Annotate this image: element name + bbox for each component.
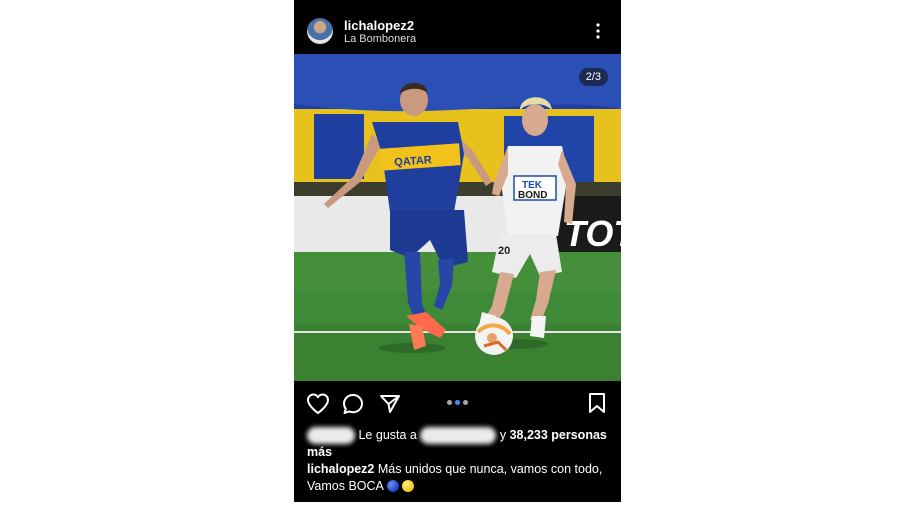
carousel-dot-active xyxy=(455,400,460,405)
redacted-username xyxy=(307,427,355,445)
image-counter-badge: 2/3 xyxy=(578,68,608,86)
board-text: TOT xyxy=(564,213,621,254)
player2-number: 20 xyxy=(498,245,510,257)
football-photo: TOT QATAR xyxy=(294,54,621,381)
post-username[interactable]: lichalopez2 xyxy=(344,18,414,33)
likes-count[interactable]: 38,233 personas xyxy=(510,428,607,442)
carousel-dot xyxy=(447,400,452,405)
post-header: lichalopez2 La Bombonera xyxy=(294,0,621,54)
share-icon[interactable] xyxy=(379,394,401,414)
likes-separator: y xyxy=(499,428,507,442)
heart-icon[interactable] xyxy=(306,393,330,415)
bookmark-icon[interactable] xyxy=(588,392,606,414)
football xyxy=(475,317,513,355)
post-caption: lichalopez2 Más unidos que nunca, vamos … xyxy=(307,461,613,495)
yellow-circle-emoji xyxy=(402,480,415,492)
likes-summary[interactable]: Le gusta a y 38,233 personas más xyxy=(307,427,613,460)
post-photo[interactable]: TOT QATAR xyxy=(294,54,621,381)
caption-username[interactable]: lichalopez2 xyxy=(307,462,374,476)
comment-icon[interactable] xyxy=(342,393,364,415)
post-location[interactable]: La Bombonera xyxy=(344,33,416,45)
redacted-username xyxy=(420,427,497,445)
more-options-icon[interactable] xyxy=(594,22,602,40)
instagram-post: lichalopez2 La Bombonera TOT xyxy=(294,0,621,502)
blue-circle-emoji xyxy=(386,480,399,492)
avatar[interactable] xyxy=(307,18,333,44)
likes-suffix: más xyxy=(307,445,333,460)
player2-sponsor-bottom: BOND xyxy=(518,190,547,201)
likes-prefix: Le gusta a xyxy=(358,428,417,442)
carousel-dot xyxy=(463,400,468,405)
carousel-indicator xyxy=(447,400,471,406)
